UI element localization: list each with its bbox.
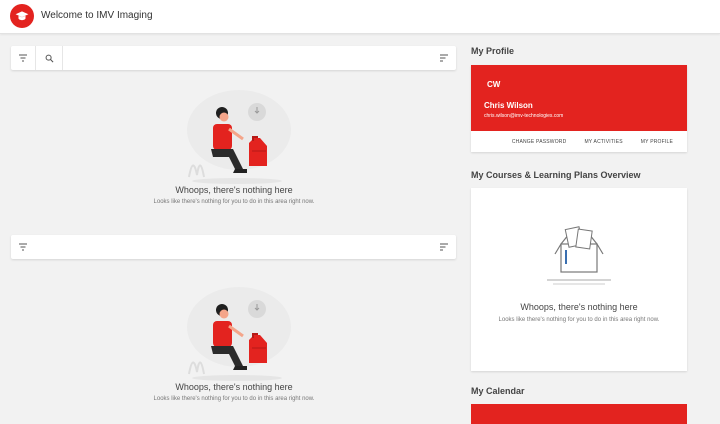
empty-illustration: [187, 287, 291, 381]
courses-section-title: My Courses & Learning Plans Overview: [471, 170, 641, 180]
top-bar: Welcome to IMV Imaging: [0, 0, 720, 34]
profile-card: CW Chris Wilson chris.wilson@imv-technol…: [471, 65, 687, 152]
graduation-cap-icon[interactable]: [10, 4, 34, 28]
divider: [62, 46, 63, 70]
avatar[interactable]: CW: [487, 80, 500, 89]
empty-illustration: [187, 90, 291, 184]
empty-subtitle: Looks like there's nothing for you to do…: [498, 317, 660, 323]
page-title: Welcome to IMV Imaging: [41, 10, 153, 21]
empty-state: Whoops, there's nothing here Looks like …: [11, 282, 457, 402]
profile-email: chris.wilson@imv-technologies.com: [484, 113, 564, 119]
profile-section-title: My Profile: [471, 46, 515, 56]
widget-toolbar: [11, 46, 456, 70]
my-profile-link[interactable]: MY PROFILE: [641, 139, 673, 145]
my-activities-link[interactable]: MY ACTIVITIES: [584, 139, 622, 145]
profile-header: CW Chris Wilson chris.wilson@imv-technol…: [471, 65, 687, 131]
empty-state: Whoops, there's nothing here Looks like …: [11, 85, 457, 205]
empty-box-icon: [547, 226, 611, 285]
empty-subtitle: Looks like there's nothing for you to do…: [153, 199, 315, 205]
empty-title: Whoops, there's nothing here: [520, 302, 638, 312]
calendar-section-title: My Calendar: [471, 386, 525, 396]
filter-icon[interactable]: [11, 46, 35, 70]
empty-title: Whoops, there's nothing here: [175, 382, 293, 392]
empty-title: Whoops, there's nothing here: [175, 185, 293, 195]
profile-links: CHANGE PASSWORD MY ACTIVITIES MY PROFILE: [471, 131, 687, 152]
search-input[interactable]: [65, 49, 429, 68]
calendar-header: [471, 404, 687, 424]
courses-card: Whoops, there's nothing here Looks like …: [471, 188, 687, 371]
search-icon[interactable]: [37, 46, 61, 70]
change-password-link[interactable]: CHANGE PASSWORD: [512, 139, 567, 145]
empty-subtitle: Looks like there's nothing for you to do…: [153, 396, 315, 402]
widget-toolbar: [11, 235, 456, 259]
filter-icon[interactable]: [11, 235, 35, 259]
sort-icon[interactable]: [432, 46, 456, 70]
profile-name: Chris Wilson: [484, 101, 533, 110]
divider: [35, 46, 36, 70]
sort-icon[interactable]: [432, 235, 456, 259]
